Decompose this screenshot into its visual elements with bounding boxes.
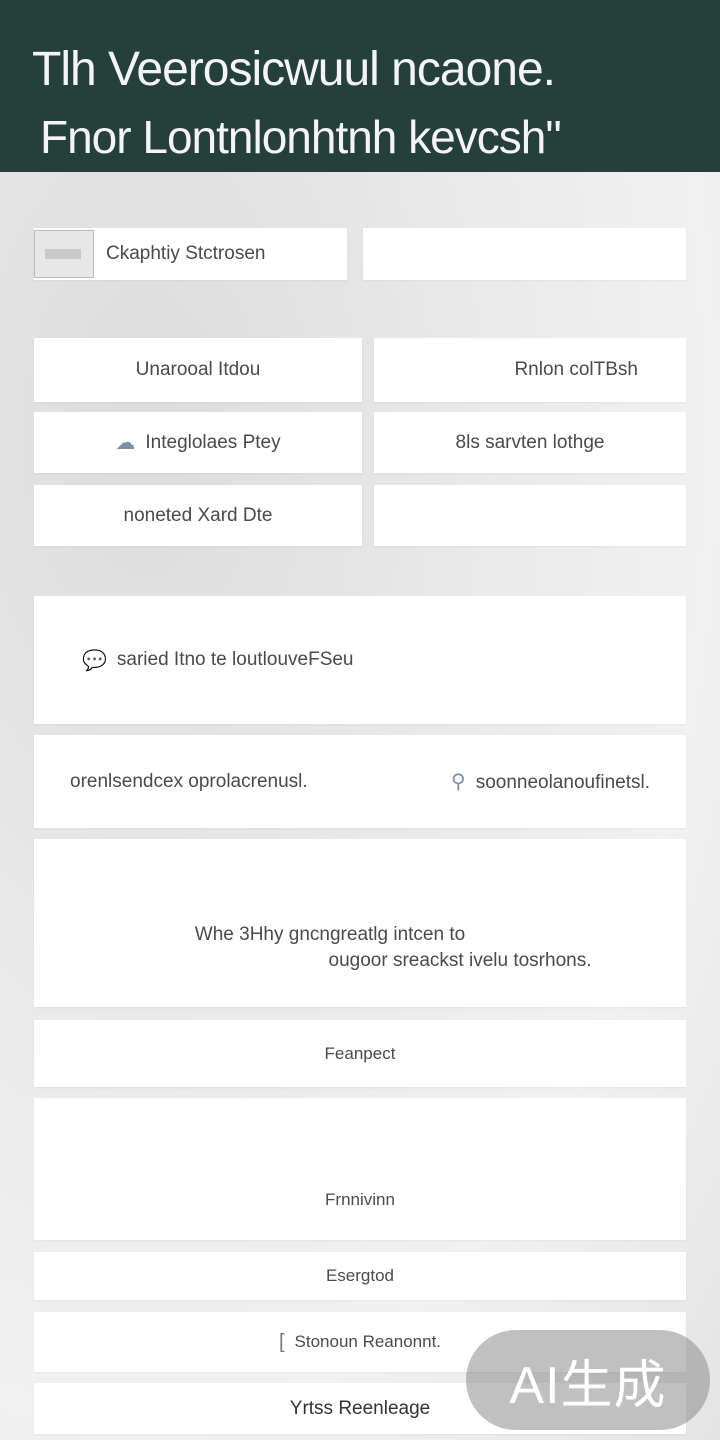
- info-section-right: ⚲ soonneolanoufinetsl.: [451, 769, 650, 794]
- action-button-2[interactable]: Frnnivinn: [34, 1098, 686, 1240]
- info-section-line-1: Whe 3Hhy gncngreatlg intcen to: [194, 924, 466, 945]
- grid-item-6[interactable]: [374, 485, 686, 546]
- pin-icon: ⚲: [451, 771, 466, 793]
- bracket-icon: [: [278, 1330, 285, 1353]
- chat-bubble-icon: 💬: [82, 649, 107, 672]
- info-section-left-text: orenlsendcex oprolacrenusl.: [70, 770, 308, 792]
- action-button-label: Stonoun Reanonnt.: [294, 1332, 442, 1351]
- action-button-3[interactable]: Esergtod: [34, 1252, 686, 1300]
- app-header: Tlh Veerosicwuul ncaone. Fnor Lontnlonht…: [0, 0, 720, 172]
- grid-item-label: noneted Xard Dte: [123, 504, 273, 526]
- grid-item-label: 8ls sarvten lothge: [455, 431, 605, 453]
- info-section-2: orenlsendcex oprolacrenusl. ⚲ soonneolano…: [34, 735, 686, 828]
- action-button-label: Feanpect: [324, 1043, 396, 1063]
- info-section-1: 💬 saried Itno te loutlouveFSeu: [34, 596, 686, 724]
- action-button-label: Esergtod: [325, 1266, 395, 1285]
- primary-button-label: Yrtss Reenleage: [289, 1397, 431, 1419]
- grid-item-5[interactable]: noneted Xard Dte: [34, 485, 362, 546]
- info-section-right-text: soonneolanoufinetsl.: [475, 772, 650, 793]
- action-button-1[interactable]: Feanpect: [34, 1020, 686, 1087]
- page-title-line-2: Fnor Lontnlonhtnh kevcsh": [40, 111, 562, 163]
- grid-item-label: Rnlon colTBsh: [514, 359, 638, 380]
- thumbnail-image-icon: [34, 230, 94, 278]
- grid-item-3[interactable]: ☁ Integlolaes Ptey: [34, 412, 362, 473]
- info-section-line-2: ougoor sreackst ivelu tosrhons.: [328, 950, 592, 971]
- page-title-line-1: Tlh Veerosicwuul ncaone.: [32, 43, 556, 96]
- profile-card[interactable]: Ckaphtiy Stctrosen: [34, 228, 347, 280]
- watermark-badge: AI生成: [466, 1330, 710, 1430]
- info-section-text: saried Itno te loutlouveFSeu: [116, 649, 354, 670]
- grid-item-label: Unarooal Itdou: [135, 359, 261, 380]
- info-section-3: Whe 3Hhy gncngreatlg intcen to ougoor sr…: [34, 839, 686, 1007]
- action-button-label: Frnnivinn: [325, 1190, 395, 1209]
- top-value-field[interactable]: [363, 228, 686, 280]
- cloud-icon: ☁: [115, 432, 136, 454]
- grid-item-4[interactable]: 8ls sarvten lothge: [374, 412, 686, 473]
- grid-item-label: Integlolaes Ptey: [145, 431, 281, 453]
- grid-item-2[interactable]: Rnlon colTBsh: [374, 338, 686, 402]
- profile-card-label: Ckaphtiy Stctrosen: [106, 243, 266, 264]
- grid-item-1[interactable]: Unarooal Itdou: [34, 338, 362, 402]
